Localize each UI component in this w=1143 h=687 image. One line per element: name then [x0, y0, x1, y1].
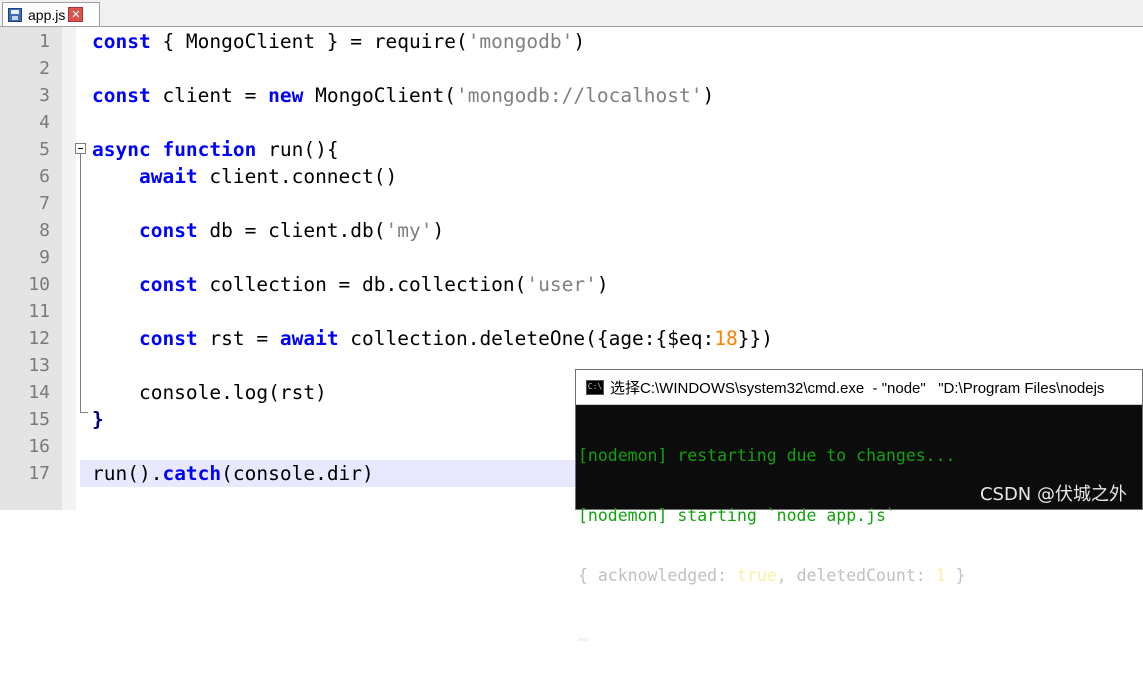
line-number: 13 [28, 355, 50, 376]
cmd-icon: C:\ [586, 379, 604, 395]
line-number: 16 [28, 436, 50, 457]
line-number: 6 [39, 166, 50, 187]
line-number: 8 [39, 220, 50, 241]
line-number: 10 [28, 274, 50, 295]
output-line: [nodemon] restarting due to changes... [578, 446, 956, 465]
text-cursor [578, 638, 588, 641]
code-line: 2 [0, 55, 1143, 82]
code-line: 3 const client = new MongoClient('mongod… [0, 82, 1143, 109]
cmd-title: 选择C:\WINDOWS\system32\cmd.exe - "node" "… [610, 379, 1105, 397]
code-line: 8 const db = client.db('my') [0, 217, 1143, 244]
tab-app-js[interactable]: app.js ✕ [2, 2, 100, 26]
line-number: 9 [39, 247, 50, 268]
line-number: 2 [39, 58, 50, 79]
tab-label: app.js [28, 6, 66, 23]
line-number: 5 [39, 139, 50, 160]
save-icon [8, 7, 22, 22]
tab-bar: app.js ✕ [0, 0, 1143, 27]
code-line: 5 async function run(){ [0, 136, 1143, 163]
line-number: 15 [28, 409, 50, 430]
line-number: 11 [28, 301, 50, 322]
code-line: 11 [0, 298, 1143, 325]
code-line: 6 await client.connect() [0, 163, 1143, 190]
line-number: 1 [39, 31, 50, 52]
line-number: 3 [39, 85, 50, 106]
line-number: 12 [28, 328, 50, 349]
cursor-line [578, 626, 1140, 646]
code-line: 7 [0, 190, 1143, 217]
code-line: 4 [0, 109, 1143, 136]
output-line: [nodemon] starting `node app.js` [578, 506, 896, 525]
code-line: 1 const { MongoClient } = require('mongo… [0, 28, 1143, 55]
line-number: 14 [28, 382, 50, 403]
code-line: 12 const rst = await collection.deleteOn… [0, 325, 1143, 352]
cmd-output[interactable]: [nodemon] restarting due to changes... [… [576, 405, 1142, 687]
output-line: { acknowledged: true, deletedCount: 1 } [578, 566, 966, 585]
watermark: CSDN @伏城之外 [979, 484, 1127, 505]
line-number: 17 [28, 463, 50, 484]
code-line: 9 [0, 244, 1143, 271]
close-icon[interactable]: ✕ [68, 7, 84, 22]
line-number: 4 [39, 112, 50, 133]
cmd-title-bar[interactable]: C:\ 选择C:\WINDOWS\system32\cmd.exe - "nod… [576, 370, 1142, 405]
line-number: 7 [39, 193, 50, 214]
code-line: 10 const collection = db.collection('use… [0, 271, 1143, 298]
